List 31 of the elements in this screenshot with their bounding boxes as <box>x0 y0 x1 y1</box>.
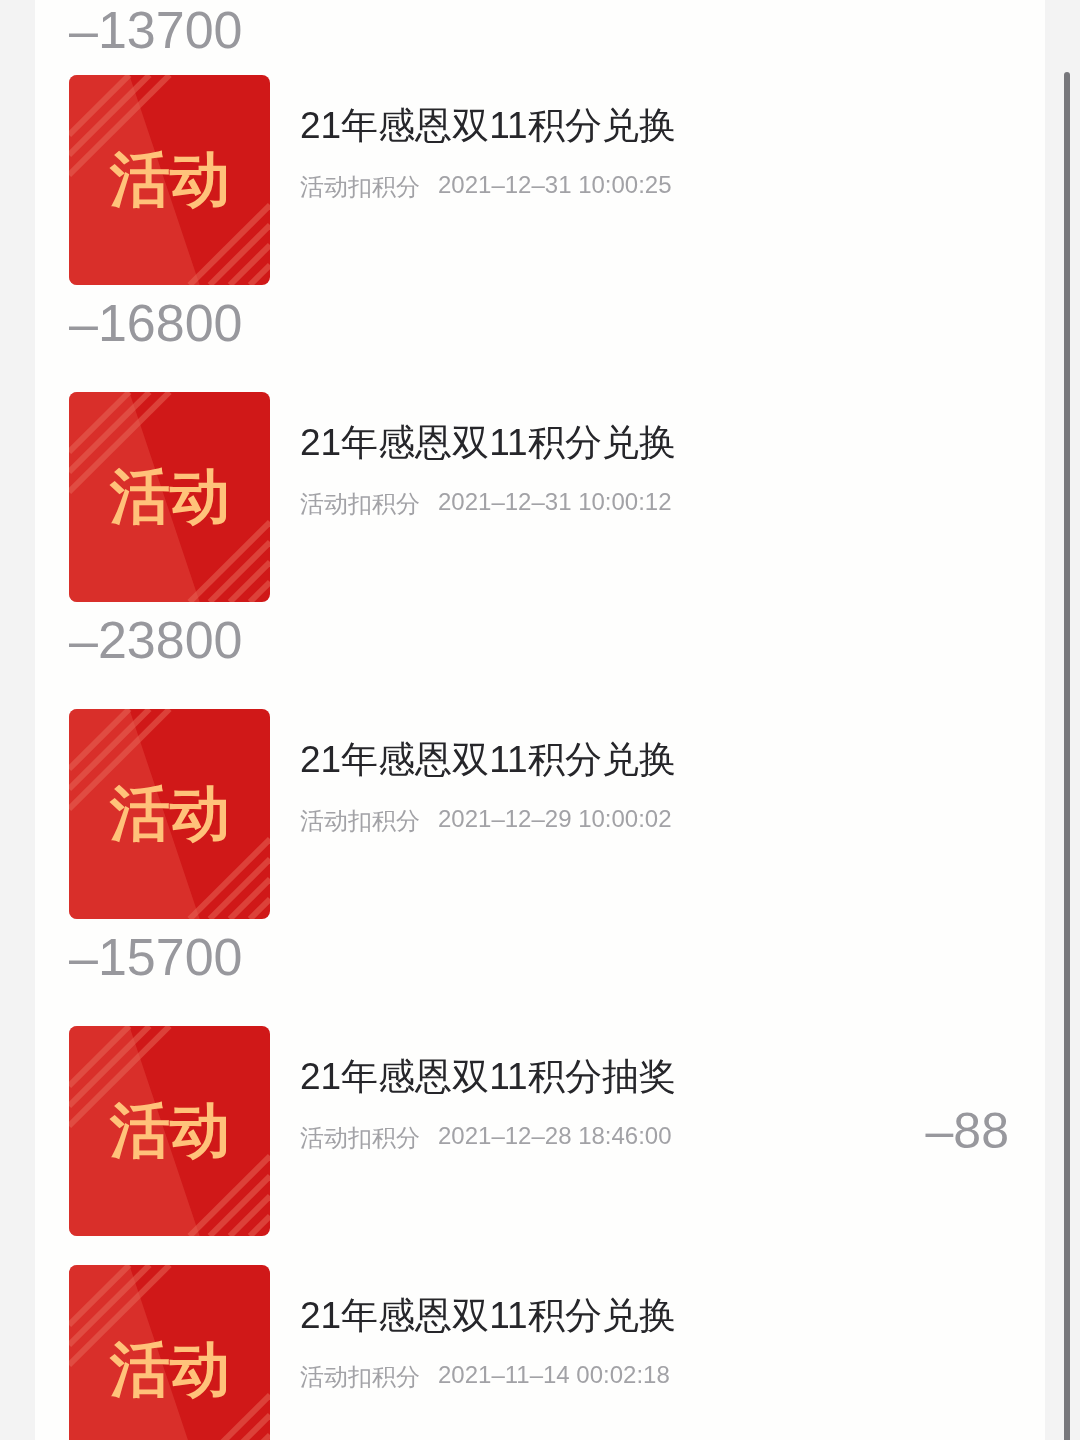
record-time: 2021–11–14 00:02:18 <box>438 1361 670 1390</box>
record-type: 活动扣积分 <box>300 806 420 836</box>
activity-thumbnail[interactable]: 活动 <box>69 709 270 919</box>
scrollbar[interactable] <box>1064 72 1070 1440</box>
record-time: 2021–12–31 10:00:12 <box>438 488 672 517</box>
activity-thumbnail[interactable]: 活动 <box>69 392 270 602</box>
record-title: 21年感恩双11积分兑换 <box>300 1294 676 1338</box>
points-amount: –15700 <box>69 927 244 987</box>
record-type: 活动扣积分 <box>300 1123 420 1153</box>
points-amount: –13700 <box>69 0 244 60</box>
record-time: 2021–12–31 10:00:25 <box>438 171 672 200</box>
badge-text: 活动 <box>109 1332 230 1406</box>
points-amount: –23800 <box>69 610 244 670</box>
badge-text: 活动 <box>109 142 230 216</box>
record-time: 2021–12–29 10:00:02 <box>438 805 672 834</box>
record-title: 21年感恩双11积分抽奖 <box>300 1055 676 1099</box>
activity-thumbnail[interactable]: 活动 <box>69 75 270 285</box>
activity-thumbnail[interactable]: 活动 <box>69 1265 270 1440</box>
record-title: 21年感恩双11积分兑换 <box>300 421 676 465</box>
record-time: 2021–12–28 18:46:00 <box>438 1122 672 1151</box>
record-type: 活动扣积分 <box>300 1362 420 1392</box>
points-amount: –88 <box>925 1102 1010 1161</box>
record-type: 活动扣积分 <box>300 489 420 519</box>
record-type: 活动扣积分 <box>300 172 420 202</box>
badge-text: 活动 <box>109 776 230 850</box>
badge-text: 活动 <box>109 459 230 533</box>
activity-thumbnail[interactable]: 活动 <box>69 1026 270 1236</box>
badge-text: 活动 <box>109 1093 230 1167</box>
points-amount: –16800 <box>69 293 244 353</box>
record-title: 21年感恩双11积分兑换 <box>300 738 676 782</box>
record-title: 21年感恩双11积分兑换 <box>300 104 676 148</box>
